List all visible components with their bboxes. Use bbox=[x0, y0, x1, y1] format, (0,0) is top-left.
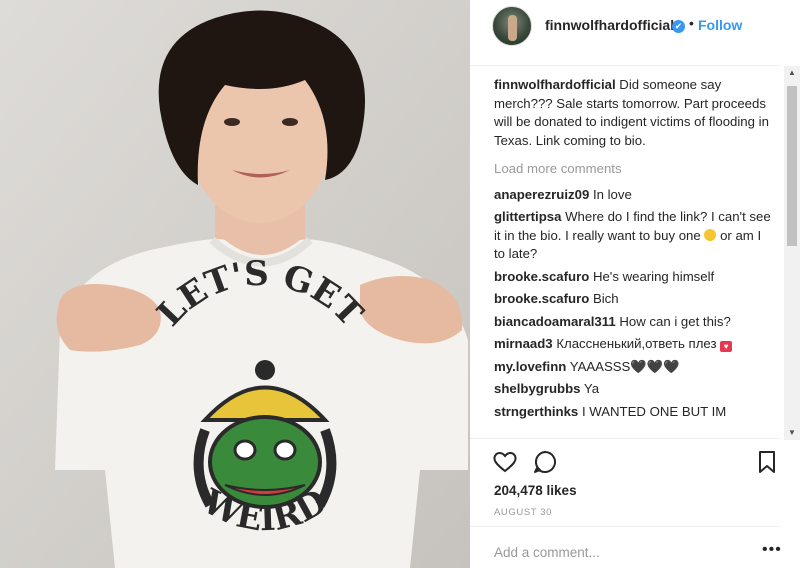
comment-username[interactable]: my.lovefinn bbox=[494, 359, 566, 374]
comment-text: In love bbox=[592, 186, 632, 202]
post-header: finnwolfhardofficial ✔ • Follow bbox=[470, 0, 780, 66]
scrollbar-thumb[interactable] bbox=[787, 86, 797, 246]
add-comment-bar: ••• bbox=[470, 526, 782, 568]
load-more-comments-button[interactable]: Load more comments bbox=[494, 160, 774, 179]
comments-scrollbar[interactable]: ▲ ▼ bbox=[784, 66, 800, 440]
comment-item: strngerthinks I WANTED ONE BUT IM bbox=[494, 403, 774, 422]
comment-item: brooke.scafuro He's wearing himself bbox=[494, 268, 774, 287]
comment-item: mirnaad3 Классненький,ответь плез ♥ bbox=[494, 335, 774, 354]
post-actions: 204,478 likes AUGUST 30 bbox=[470, 438, 780, 528]
comment-text: Классненький,ответь плез bbox=[556, 336, 717, 351]
comment-username[interactable]: shelbygrubbs bbox=[494, 381, 580, 396]
comment-item: biancadoamaral311 How can i get this? bbox=[494, 313, 774, 332]
scroll-down-arrow-icon[interactable]: ▼ bbox=[787, 428, 797, 438]
verified-icon: ✔ bbox=[672, 20, 685, 33]
add-comment-input[interactable] bbox=[494, 542, 734, 562]
post-date[interactable]: AUGUST 30 bbox=[494, 507, 552, 518]
comment-username[interactable]: glittertipsa bbox=[494, 209, 561, 224]
love-letter-emoji-icon: ♥ bbox=[720, 341, 733, 352]
header-username[interactable]: finnwolfhardofficial bbox=[545, 17, 674, 33]
bookmark-icon[interactable] bbox=[754, 449, 780, 475]
comment-item: shelbygrubbs Ya bbox=[494, 380, 774, 399]
heart-icon[interactable] bbox=[492, 449, 518, 475]
smiling-emoji-icon bbox=[704, 228, 717, 241]
caption-username[interactable]: finnwolfhardofficial bbox=[494, 77, 616, 92]
comment-username[interactable]: biancadoamaral311 bbox=[494, 314, 616, 329]
comment-username[interactable]: brooke.scafuro bbox=[494, 269, 589, 284]
comment-username[interactable]: strngerthinks bbox=[494, 404, 578, 419]
post-photo[interactable]: LET'S GET WEIRD bbox=[0, 0, 470, 568]
post-side-panel: finnwolfhardofficial ✔ • Follow finnwolf… bbox=[470, 0, 800, 568]
comment-item: my.lovefinn YAAASSS🖤🖤🖤 bbox=[494, 358, 774, 377]
avatar[interactable] bbox=[492, 6, 532, 46]
comment-text: How can i get this? bbox=[619, 313, 731, 329]
comment-icon[interactable] bbox=[532, 449, 558, 475]
scroll-up-arrow-icon[interactable]: ▲ bbox=[787, 68, 797, 78]
more-options-icon[interactable]: ••• bbox=[762, 542, 782, 558]
comment-text: He's wearing himself bbox=[592, 268, 715, 284]
comment-username[interactable]: brooke.scafuro bbox=[494, 291, 589, 306]
comments-list[interactable]: finnwolfhardofficial Did someone say mer… bbox=[494, 76, 774, 438]
comment-text: YAAASSS🖤🖤🖤 bbox=[569, 358, 680, 374]
comment-item: glittertipsa Where do I find the link? I… bbox=[494, 208, 774, 264]
comment-username[interactable]: mirnaad3 bbox=[494, 336, 553, 351]
comment-item: anaperezruiz09 In love bbox=[494, 186, 774, 205]
comment-text: I WANTED ONE BUT IM bbox=[581, 403, 727, 419]
comment-text: Ya bbox=[583, 381, 600, 396]
photo-illustration: LET'S GET WEIRD bbox=[0, 0, 470, 568]
follow-button[interactable]: Follow bbox=[698, 17, 742, 33]
post-caption: finnwolfhardofficial Did someone say mer… bbox=[494, 76, 774, 150]
comment-username[interactable]: anaperezruiz09 bbox=[494, 187, 589, 202]
comment-text: Bich bbox=[592, 291, 619, 306]
header-separator: • bbox=[689, 15, 694, 31]
likes-count[interactable]: 204,478 likes bbox=[494, 483, 577, 498]
comment-item: brooke.scafuro Bich bbox=[494, 290, 774, 309]
